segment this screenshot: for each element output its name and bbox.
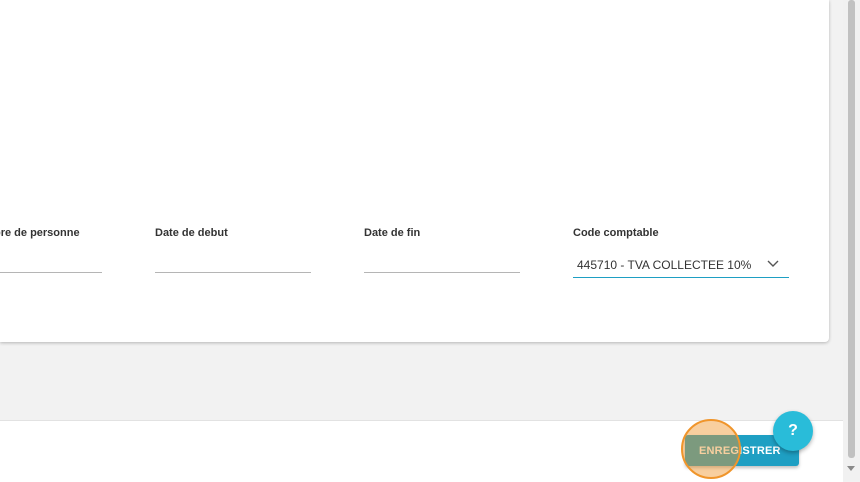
date-de-debut-label: Date de debut <box>155 227 228 239</box>
nombre-de-personne-input[interactable] <box>0 272 102 273</box>
scroll-down-arrow-icon[interactable] <box>847 466 855 471</box>
date-de-fin-label: Date de fin <box>364 227 421 239</box>
chevron-down-icon <box>767 260 779 267</box>
date-de-debut-input[interactable] <box>155 272 311 273</box>
nombre-de-personne-label: bre de personne <box>0 227 80 239</box>
form-card: bre de personne Date de debut Date de fi… <box>0 0 829 342</box>
code-comptable-select[interactable]: 445710 - TVA COLLECTEE 10% <box>573 255 789 278</box>
help-button[interactable]: ? <box>773 411 813 451</box>
scrollbar-thumb[interactable] <box>848 0 855 458</box>
code-comptable-label: Code comptable <box>573 227 659 239</box>
code-comptable-value: 445710 - TVA COLLECTEE 10% <box>577 258 752 272</box>
vertical-scrollbar[interactable] <box>843 0 860 481</box>
date-de-fin-input[interactable] <box>364 272 520 273</box>
